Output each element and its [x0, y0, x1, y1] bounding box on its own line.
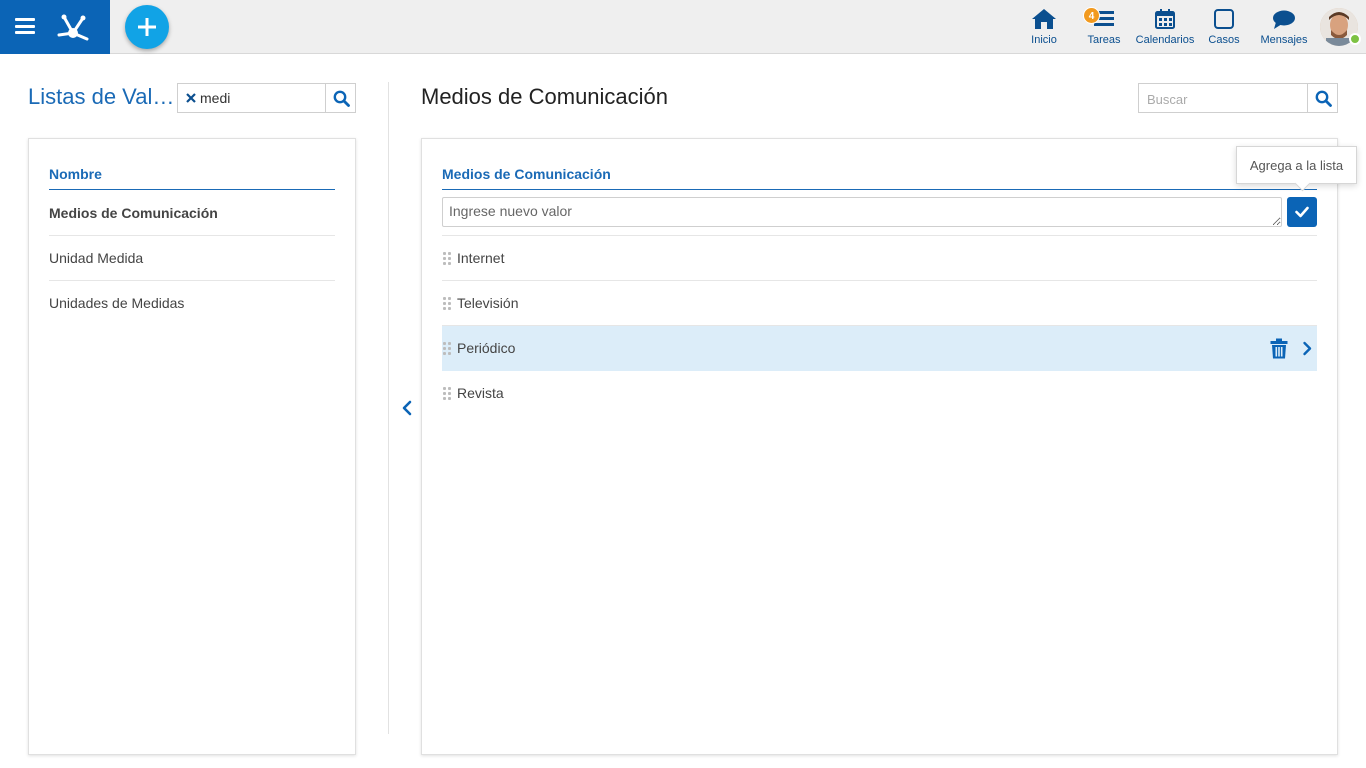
calendar-icon [1155, 9, 1175, 29]
nav-inicio[interactable]: Inicio [1026, 6, 1062, 50]
filter-box [177, 83, 356, 113]
drag-handle-icon[interactable] [443, 342, 451, 355]
value-row-periodico[interactable]: Periódico [442, 326, 1317, 371]
search-box [1138, 83, 1338, 113]
clear-filter-icon[interactable] [186, 93, 196, 103]
chevron-right-icon[interactable] [1302, 341, 1312, 356]
tasks-badge: 4 [1083, 7, 1100, 24]
hamburger-icon[interactable] [15, 18, 35, 34]
add-button[interactable] [125, 5, 169, 49]
online-status-dot [1349, 33, 1361, 45]
nav-label: Casos [1208, 34, 1240, 46]
trash-icon[interactable] [1270, 338, 1288, 359]
add-to-list-tooltip: Agrega a la lista [1236, 146, 1357, 184]
value-label: Revista [457, 385, 504, 401]
home-icon [1032, 9, 1056, 29]
page-title-left: Listas de Valores [28, 84, 176, 109]
value-label: Periódico [457, 340, 516, 356]
top-bar: Inicio Tareas 4 Calendarios Casos Mensaj… [0, 0, 1366, 54]
messages-icon [1273, 10, 1295, 29]
value-row-television[interactable]: Televisión [442, 281, 1317, 326]
value-label: Televisión [457, 295, 519, 311]
plus-icon [138, 18, 156, 36]
chevron-left-icon[interactable] [398, 398, 416, 418]
value-row-revista[interactable]: Revista [442, 371, 1317, 416]
search-icon [333, 90, 350, 107]
filter-input[interactable] [200, 89, 320, 107]
page-title-right: Medios de Comunicación [421, 84, 669, 109]
nav-label: Inicio [1031, 34, 1057, 46]
list-item-unidad-medida[interactable]: Unidad Medida [49, 236, 335, 281]
checkmark-icon [1295, 206, 1309, 218]
menu-block [0, 0, 110, 54]
list-item-unidades-de-medidas[interactable]: Unidades de Medidas [49, 281, 335, 326]
lists-panel: Nombre Medios de Comunicación Unidad Med… [28, 138, 356, 755]
nav-label: Mensajes [1260, 34, 1308, 46]
values-panel: Medios de Comunicación Internet Televisi… [421, 138, 1338, 755]
values-column-header: Medios de Comunicación [442, 166, 1317, 190]
search-button[interactable] [1307, 84, 1338, 112]
cases-icon [1214, 9, 1234, 29]
value-label: Internet [457, 250, 505, 266]
drag-handle-icon[interactable] [443, 387, 451, 400]
nav-label: Calendarios [1135, 34, 1195, 46]
nav-mensajes[interactable]: Mensajes [1258, 6, 1310, 50]
nav-calendarios[interactable]: Calendarios [1134, 6, 1196, 50]
filter-search-button[interactable] [325, 84, 356, 112]
search-input[interactable] [1147, 90, 1307, 108]
search-icon [1315, 90, 1332, 107]
new-value-input[interactable] [442, 197, 1282, 227]
nav-casos[interactable]: Casos [1206, 6, 1242, 50]
list-item-medios-de-comunicacion[interactable]: Medios de Comunicación [49, 191, 335, 236]
drag-handle-icon[interactable] [443, 252, 451, 265]
add-to-list-button[interactable] [1287, 197, 1317, 227]
column-divider [388, 82, 389, 734]
column-header-nombre: Nombre [49, 166, 335, 190]
nav-label: Tareas [1087, 34, 1121, 46]
value-row-internet[interactable]: Internet [442, 236, 1317, 281]
drag-handle-icon[interactable] [443, 297, 451, 310]
app-logo-icon[interactable] [55, 9, 91, 45]
